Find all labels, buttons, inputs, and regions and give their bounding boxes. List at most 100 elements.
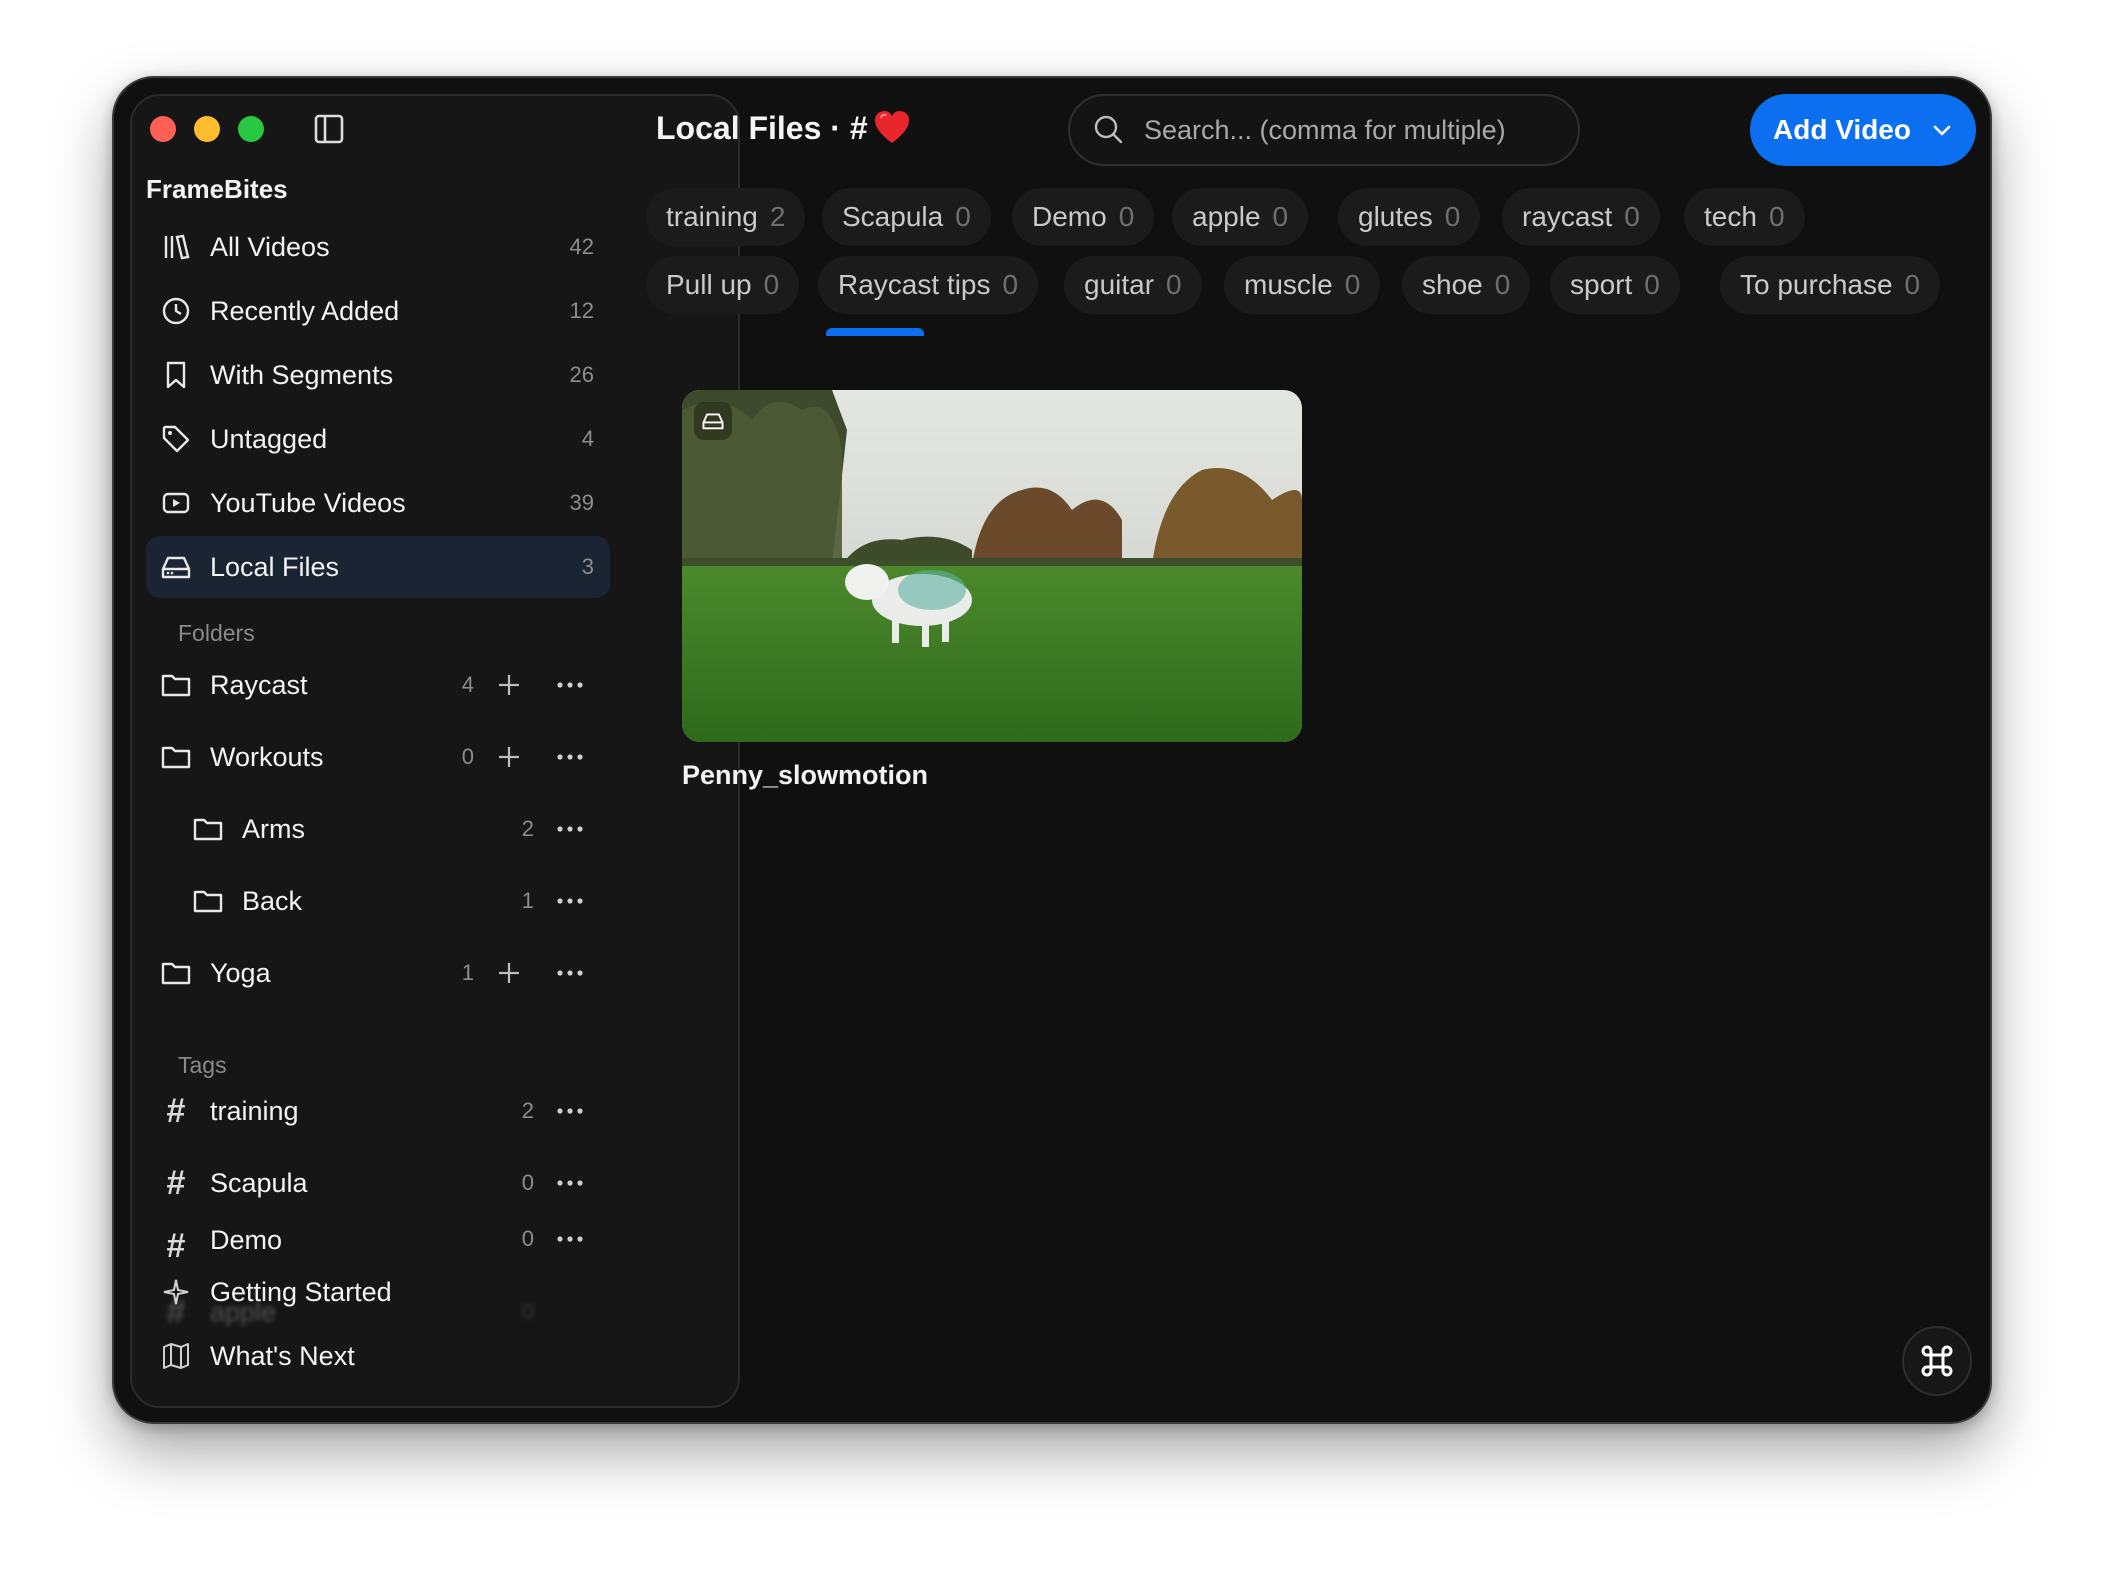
chip-label: Scapula — [842, 201, 944, 232]
tag-chip-raycast-tips[interactable]: Raycast tips 0 — [818, 256, 1039, 314]
folder-count: 1 — [461, 960, 474, 985]
zoom-window-button[interactable] — [238, 116, 264, 142]
more-options-icon[interactable] — [556, 1234, 584, 1244]
minimize-window-button[interactable] — [194, 116, 220, 142]
command-icon — [1921, 1345, 1953, 1377]
sidebar-item-all-videos[interactable]: All Videos 42 — [146, 216, 610, 278]
folder-icon — [160, 741, 192, 773]
tag-chip-sport[interactable]: sport 0 — [1550, 256, 1680, 314]
search-bar[interactable] — [1068, 94, 1580, 166]
folder-label: Arms — [242, 813, 305, 844]
folder-label: Back — [242, 885, 303, 916]
more-options-icon[interactable] — [556, 824, 584, 834]
sidebar-item-recently-added[interactable]: Recently Added 12 — [146, 280, 610, 342]
hash-icon: # — [166, 1227, 186, 1265]
chip-count: 0 — [955, 201, 971, 232]
chip-label: training — [666, 201, 758, 232]
chip-count: 0 — [1272, 201, 1289, 232]
chip-count: 0 — [1494, 269, 1511, 300]
more-options-icon[interactable] — [556, 968, 584, 978]
more-options-icon[interactable] — [556, 1178, 584, 1188]
getting-started-label: Getting Started — [210, 1276, 392, 1307]
tag-icon — [160, 423, 192, 455]
tags-section-title: Tags — [178, 1052, 227, 1078]
tag-count: 0 — [521, 1226, 534, 1251]
chip-count: 0 — [1904, 269, 1921, 300]
video-title[interactable]: Penny_slowmotion — [682, 760, 928, 791]
youtube-icon — [160, 487, 192, 519]
folder-label: Workouts — [210, 741, 324, 772]
tag-chip-demo[interactable]: Demo 0 — [1012, 188, 1155, 246]
tag-chip-guitar[interactable]: guitar 0 — [1064, 256, 1202, 314]
folder-item-back[interactable]: Back 1 — [146, 870, 610, 932]
add-video-button[interactable]: Add Video — [1750, 94, 1976, 166]
chip-label: sport — [1570, 269, 1633, 300]
tag-chip-shoe[interactable]: shoe 0 — [1402, 256, 1531, 314]
tag-chip-glutes[interactable]: glutes 0 — [1338, 188, 1481, 246]
folder-icon — [192, 885, 224, 917]
add-subfolder-icon[interactable] — [496, 744, 522, 770]
folder-item-raycast[interactable]: Raycast 4 — [146, 654, 610, 716]
tag-chip-pull-up[interactable]: Pull up 0 — [646, 256, 800, 314]
tag-label: Demo — [210, 1224, 283, 1255]
add-subfolder-icon[interactable] — [496, 672, 522, 698]
sidebar-toggle-icon[interactable] — [314, 114, 344, 144]
add-subfolder-icon[interactable] — [496, 960, 522, 986]
sidebar-item-with-segments[interactable]: With Segments 26 — [146, 344, 610, 406]
tag-item-training[interactable]: # training 2 — [146, 1080, 610, 1142]
whats-next-label: What's Next — [210, 1340, 355, 1371]
chevron-down-icon — [1933, 125, 1951, 136]
whats-next-link[interactable]: What's Next — [146, 1340, 355, 1372]
chip-count: 2 — [769, 201, 786, 232]
map-icon — [160, 1340, 192, 1372]
tag-chip-scapula[interactable]: Scapula 0 — [822, 188, 991, 246]
library-icon — [160, 231, 192, 263]
sidebar-item-youtube-videos[interactable]: YouTube Videos 39 — [146, 472, 610, 534]
getting-started-link[interactable]: Getting Started — [146, 1276, 392, 1308]
chip-count: 0 — [763, 269, 780, 300]
window-controls — [150, 116, 264, 142]
video-card-thumbnail[interactable] — [682, 390, 1302, 742]
more-options-icon[interactable] — [556, 752, 584, 762]
close-window-button[interactable] — [150, 116, 176, 142]
chip-label: shoe — [1422, 269, 1483, 300]
chip-label: muscle — [1244, 269, 1333, 300]
folder-icon — [160, 957, 192, 989]
app-window: FrameBites All Videos 42 Recently Added … — [112, 76, 1992, 1424]
chip-label: apple — [1192, 201, 1261, 232]
local-drive-badge — [694, 402, 732, 440]
tag-item-demo[interactable]: # Demo 0 — [146, 1218, 610, 1274]
tag-chip-apple[interactable]: apple 0 — [1172, 188, 1309, 246]
sparkle-icon — [160, 1276, 192, 1308]
tag-chip-raycast[interactable]: raycast 0 — [1502, 188, 1660, 246]
chip-count: 0 — [1624, 201, 1640, 232]
chip-label: Demo — [1032, 201, 1107, 232]
sidebar-item-label: Untagged — [210, 423, 328, 454]
command-menu-button[interactable] — [1902, 1326, 1972, 1396]
sidebar-item-local-files[interactable]: Local Files 3 — [146, 536, 610, 598]
sidebar-item-label: YouTube Videos — [210, 487, 406, 518]
chip-label: Raycast tips — [838, 269, 991, 300]
folder-icon — [192, 813, 224, 845]
tag-count: 0 — [521, 1299, 534, 1324]
chip-label: To purchase — [1740, 269, 1893, 300]
tag-count: 0 — [521, 1170, 534, 1195]
tag-chip-muscle[interactable]: muscle 0 — [1224, 256, 1381, 314]
chip-count: 0 — [1444, 201, 1461, 232]
folder-item-yoga[interactable]: Yoga 1 — [146, 942, 610, 1004]
more-options-icon[interactable] — [556, 1106, 584, 1116]
chip-count: 0 — [1644, 269, 1660, 300]
video-thumbnail-image — [682, 390, 1302, 742]
tag-item-scapula[interactable]: # Scapula 0 — [146, 1152, 610, 1214]
more-options-icon[interactable] — [556, 896, 584, 906]
tag-chip-tech[interactable]: tech 0 — [1684, 188, 1805, 246]
sidebar-item-untagged[interactable]: Untagged 4 — [146, 408, 610, 470]
tag-chip-to-purchase[interactable]: To purchase 0 — [1720, 256, 1941, 314]
more-options-icon[interactable] — [556, 680, 584, 690]
folder-item-arms[interactable]: Arms 2 — [146, 798, 610, 860]
chip-label: tech — [1704, 201, 1757, 232]
sidebar-item-count: 4 — [581, 426, 594, 451]
folder-item-workouts[interactable]: Workouts 0 — [146, 726, 610, 788]
tag-chip-training[interactable]: training 2 — [646, 188, 806, 246]
search-input[interactable] — [1142, 113, 1546, 147]
